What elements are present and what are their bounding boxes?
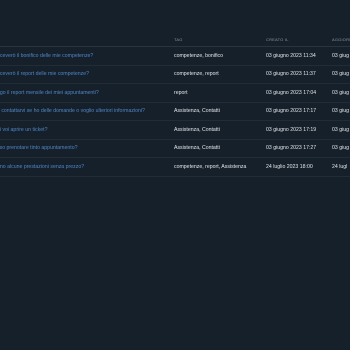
table-row[interactable]: riceverò il report delle mie competenze?… [0, 66, 350, 84]
question-link[interactable]: ono alcune prestazioni senza prezzo? [0, 158, 167, 176]
table-row[interactable]: riceverò il bonifico delle mie competenz… [0, 47, 350, 66]
row-updated: 03 giug [332, 52, 350, 59]
faq-table: TAG CREATO IL AGGIORN riceverò il bonifi… [0, 32, 350, 177]
row-created: 03 giugno 2023 17:27 [266, 145, 317, 152]
row-created: 03 giugno 2023 17:04 [266, 89, 317, 96]
row-tags: competenze, report [174, 71, 219, 78]
row-updated: 03 giug [332, 126, 350, 133]
row-created: 03 giugno 2023 11:34 [266, 52, 316, 59]
question-link[interactable]: riceverò il bonifico delle mie competenz… [0, 47, 167, 65]
header-updated[interactable]: AGGIORN [332, 32, 350, 46]
table-row[interactable]: sso prenotare tinto appuntamento? Assist… [0, 140, 350, 158]
table-row[interactable]: ono alcune prestazioni senza prezzo? com… [0, 158, 350, 177]
question-link[interactable]: oi voi aprire un ticket? [0, 121, 167, 139]
row-tags: competenze, report, Assistenza [174, 163, 247, 170]
row-tags: competenze, bonifico [174, 52, 224, 59]
top-bar [0, 0, 350, 30]
table-row[interactable]: oi voi aprire un ticket? Assistenza, Con… [0, 121, 350, 140]
row-updated: 24 lugl [332, 163, 348, 170]
header-question [0, 32, 167, 46]
row-updated: 03 giug [332, 89, 350, 96]
header-tags[interactable]: TAG [174, 32, 264, 46]
row-tags: Assistenza, Contatti [174, 108, 220, 115]
row-created: 03 giugno 2023 11:37 [266, 71, 316, 78]
row-created: 24 luglio 2023 18:00 [266, 163, 313, 170]
row-created: 03 giugno 2023 17:19 [266, 126, 317, 133]
question-link[interactable]: ggo il report mensile dei miei appuntame… [0, 84, 167, 102]
table-row[interactable]: ggo il report mensile dei miei appuntame… [0, 84, 350, 103]
header-created[interactable]: CREATO IL [266, 32, 330, 46]
row-updated: 03 giug [332, 108, 350, 115]
question-link[interactable]: o contattarvi se ho delle domande o vogl… [0, 103, 167, 121]
row-updated: 03 giug [332, 71, 350, 78]
question-link[interactable]: riceverò il report delle mie competenze? [0, 66, 167, 84]
row-tags: Assistenza, Contatti [174, 145, 220, 152]
faq-admin-page: TAG CREATO IL AGGIORN riceverò il bonifi… [0, 0, 350, 350]
row-tags: report [174, 89, 188, 96]
row-updated: 03 giug [332, 145, 350, 152]
table-header-row: TAG CREATO IL AGGIORN [0, 32, 350, 47]
row-tags: Assistenza, Contatti [174, 126, 220, 133]
row-created: 03 giugno 2023 17:17 [266, 108, 317, 115]
table-row[interactable]: o contattarvi se ho delle domande o vogl… [0, 103, 350, 121]
question-link[interactable]: sso prenotare tinto appuntamento? [0, 140, 167, 158]
